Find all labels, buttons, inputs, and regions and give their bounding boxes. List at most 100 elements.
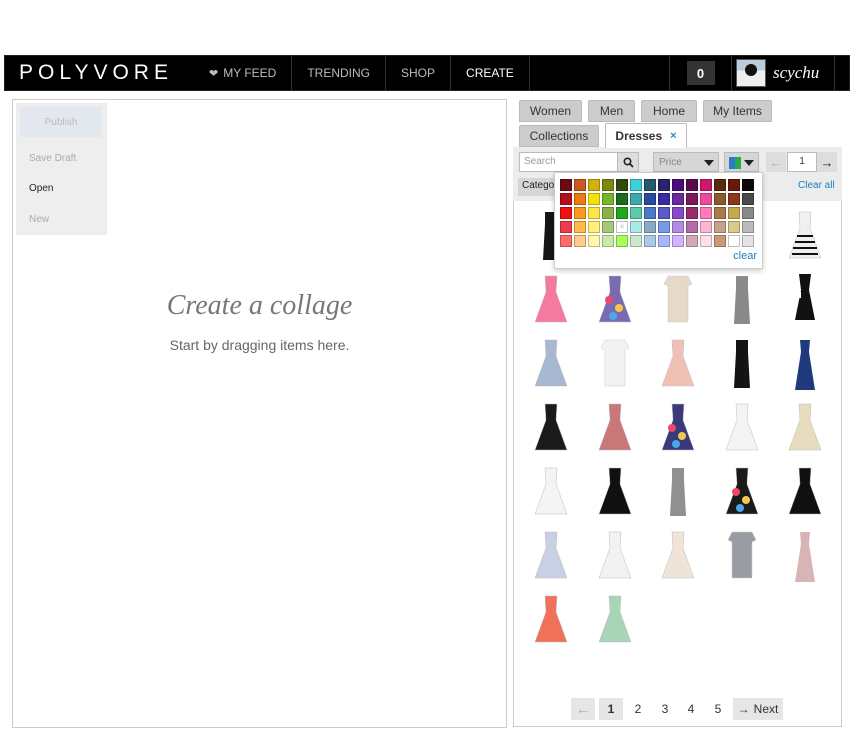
color-swatch[interactable] xyxy=(574,235,586,247)
tab-my-items[interactable]: My Items xyxy=(703,100,772,122)
product-item[interactable] xyxy=(720,270,764,328)
save-draft-button[interactable]: Save Draft xyxy=(29,153,76,164)
color-swatch[interactable] xyxy=(602,179,614,191)
product-item[interactable] xyxy=(783,526,827,584)
pagination-page-4[interactable]: 4 xyxy=(680,698,702,720)
color-swatch[interactable] xyxy=(686,193,698,205)
color-swatch[interactable] xyxy=(742,193,754,205)
color-swatch[interactable] xyxy=(672,179,684,191)
polyvore-logo[interactable]: POLYVORE xyxy=(5,56,203,90)
tab-women[interactable]: Women xyxy=(519,100,582,122)
color-swatch[interactable] xyxy=(644,221,656,233)
color-swatch[interactable] xyxy=(588,221,600,233)
product-item[interactable] xyxy=(783,334,827,392)
open-button[interactable]: Open xyxy=(29,183,53,194)
product-item[interactable] xyxy=(783,462,827,520)
color-swatch[interactable] xyxy=(686,221,698,233)
color-swatch[interactable] xyxy=(728,207,740,219)
color-swatch[interactable] xyxy=(700,235,712,247)
product-item[interactable] xyxy=(656,270,700,328)
product-item[interactable] xyxy=(529,270,573,328)
product-item[interactable] xyxy=(593,462,637,520)
color-swatch[interactable] xyxy=(588,179,600,191)
color-swatch[interactable] xyxy=(700,179,712,191)
color-swatch[interactable] xyxy=(560,235,572,247)
product-item[interactable] xyxy=(720,526,764,584)
color-swatch[interactable] xyxy=(630,207,642,219)
color-swatch[interactable] xyxy=(560,193,572,205)
color-swatch[interactable] xyxy=(658,221,670,233)
color-swatch[interactable] xyxy=(602,207,614,219)
color-swatch[interactable] xyxy=(588,193,600,205)
color-swatch[interactable] xyxy=(714,179,726,191)
color-swatch[interactable] xyxy=(602,235,614,247)
cart-button[interactable]: 0 xyxy=(669,56,731,90)
nav-trending[interactable]: TRENDING xyxy=(291,56,385,90)
product-item[interactable] xyxy=(593,398,637,456)
tab-dresses[interactable]: Dresses × xyxy=(605,123,687,148)
product-item[interactable] xyxy=(529,590,573,648)
pagination-prev[interactable]: ← xyxy=(571,698,595,720)
category-select[interactable]: Category xyxy=(518,178,558,196)
pagination-page-5[interactable]: 5 xyxy=(707,698,729,720)
color-swatch[interactable] xyxy=(602,193,614,205)
color-swatch[interactable] xyxy=(560,179,572,191)
clear-all-link[interactable]: Clear all xyxy=(798,180,835,191)
color-swatch[interactable] xyxy=(602,221,614,233)
new-button[interactable]: New xyxy=(29,214,49,225)
product-item[interactable] xyxy=(783,398,827,456)
color-swatch[interactable] xyxy=(686,207,698,219)
color-swatch[interactable] xyxy=(672,221,684,233)
product-item[interactable] xyxy=(593,526,637,584)
product-item[interactable] xyxy=(720,398,764,456)
color-swatch[interactable] xyxy=(560,221,572,233)
color-swatch[interactable] xyxy=(588,207,600,219)
pagination-page-2[interactable]: 2 xyxy=(627,698,649,720)
nav-shop[interactable]: SHOP xyxy=(385,56,450,90)
tab-collections[interactable]: Collections xyxy=(519,125,599,147)
color-swatch[interactable] xyxy=(672,193,684,205)
color-swatch[interactable] xyxy=(630,235,642,247)
color-swatch[interactable] xyxy=(616,235,628,247)
nav-create[interactable]: CREATE xyxy=(450,56,529,90)
tab-men[interactable]: Men xyxy=(588,100,635,122)
color-swatch[interactable] xyxy=(714,235,726,247)
color-clear-link[interactable]: clear xyxy=(733,250,757,262)
user-menu[interactable]: scychu xyxy=(731,56,834,90)
color-swatch[interactable] xyxy=(658,179,670,191)
color-swatch[interactable] xyxy=(742,221,754,233)
color-swatch[interactable] xyxy=(644,207,656,219)
color-swatch[interactable] xyxy=(714,207,726,219)
color-swatch[interactable] xyxy=(630,221,642,233)
nav-my-feed[interactable]: ❤ MY FEED xyxy=(203,56,291,90)
product-item[interactable] xyxy=(529,398,573,456)
page-next-button[interactable]: → xyxy=(817,152,837,172)
color-swatch[interactable] xyxy=(728,235,740,247)
color-swatch[interactable] xyxy=(644,193,656,205)
color-swatch[interactable] xyxy=(616,207,628,219)
no-color-swatch[interactable]: × xyxy=(616,221,628,233)
search-button[interactable] xyxy=(617,152,639,172)
pagination-page-1[interactable]: 1 xyxy=(599,698,623,720)
color-swatch[interactable] xyxy=(574,207,586,219)
product-item[interactable] xyxy=(593,334,637,392)
pagination-page-3[interactable]: 3 xyxy=(654,698,676,720)
color-swatch[interactable] xyxy=(574,221,586,233)
color-swatch[interactable] xyxy=(714,193,726,205)
product-item[interactable] xyxy=(529,334,573,392)
color-swatch[interactable] xyxy=(630,179,642,191)
product-item[interactable] xyxy=(783,270,827,328)
color-swatch[interactable] xyxy=(658,193,670,205)
color-swatch[interactable] xyxy=(644,235,656,247)
tab-home[interactable]: Home xyxy=(641,100,697,122)
color-swatch[interactable] xyxy=(644,179,656,191)
color-swatch[interactable] xyxy=(728,179,740,191)
color-swatch[interactable] xyxy=(672,207,684,219)
color-swatch[interactable] xyxy=(742,235,754,247)
color-swatch[interactable] xyxy=(560,207,572,219)
product-item[interactable] xyxy=(656,334,700,392)
color-swatch[interactable] xyxy=(714,221,726,233)
color-swatch[interactable] xyxy=(728,221,740,233)
color-swatch[interactable] xyxy=(700,221,712,233)
product-item[interactable] xyxy=(593,590,637,648)
